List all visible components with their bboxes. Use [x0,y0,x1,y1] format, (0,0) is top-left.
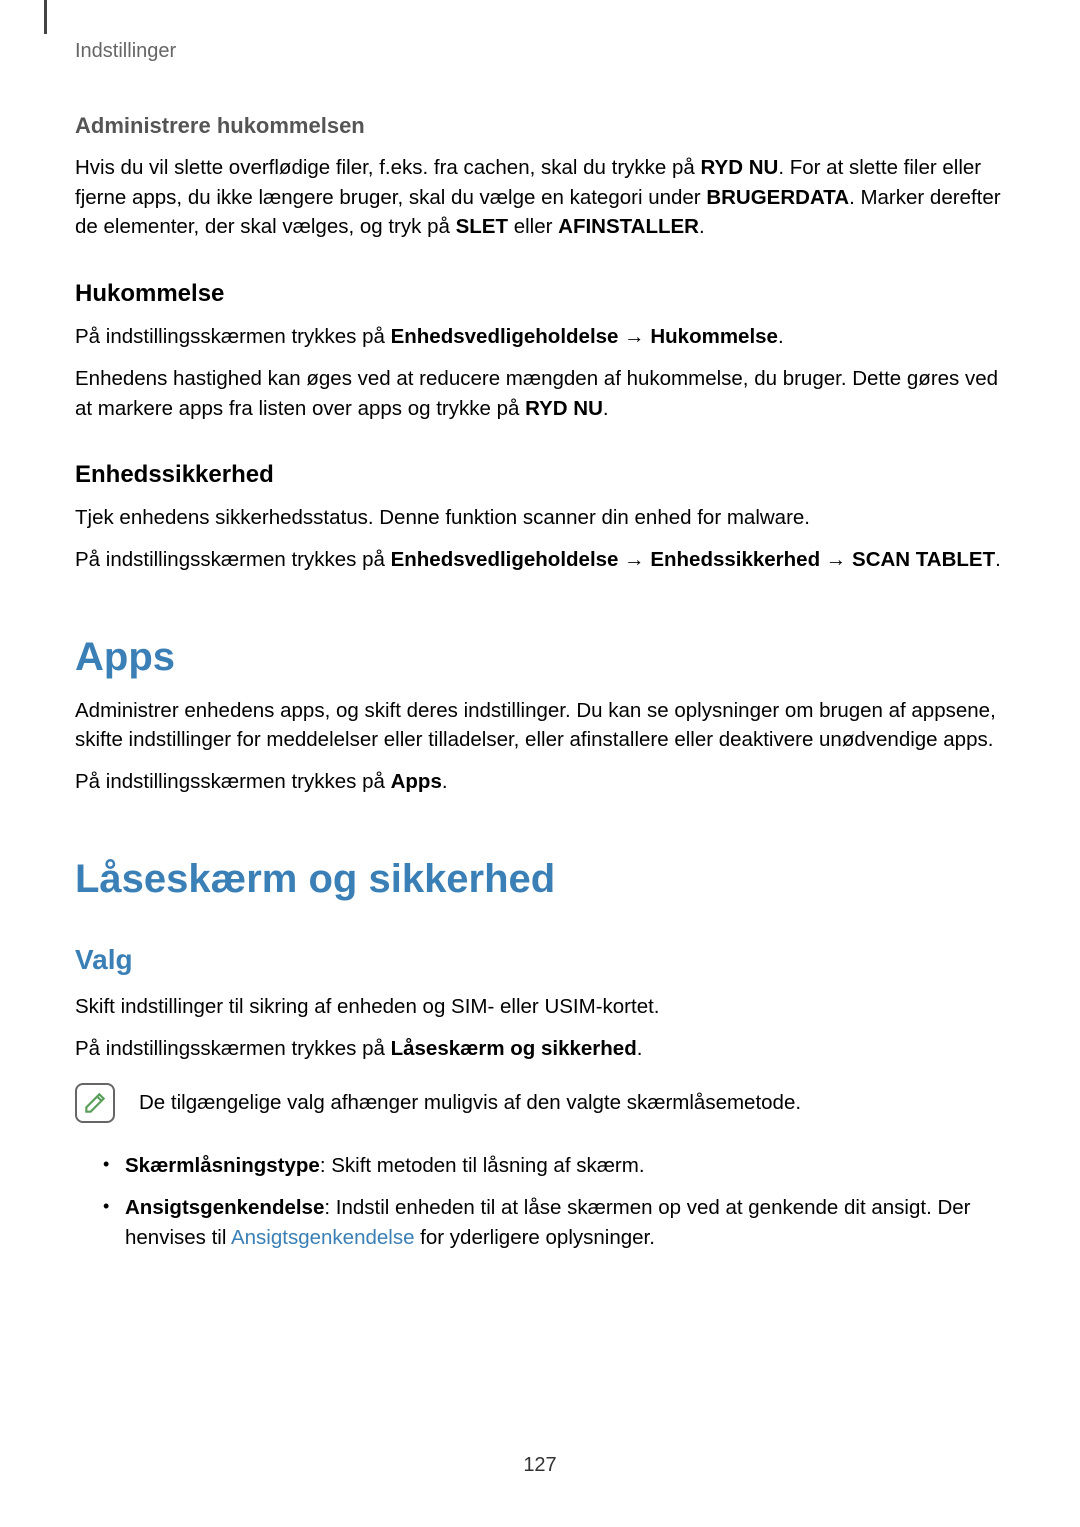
bold: Enhedsvedligeholdelse [391,548,619,571]
text: for yderligere oplysninger. [414,1226,654,1249]
para-apps-1: Administrer enhedens apps, og skift dere… [75,696,1005,755]
para-hukommelse-1: På indstillingsskærmen trykkes på Enheds… [75,322,1005,352]
text: På indstillingsskærmen trykkes på [75,1037,391,1060]
text: . [637,1037,643,1060]
running-header: Indstillinger [75,40,1005,63]
page-content: Indstillinger Administrere hukommelsen H… [0,0,1080,1253]
text: eller [508,215,558,238]
bold: SCAN TABLET [852,548,995,571]
para-valg-1: Skift indstillinger til sikring af enhed… [75,992,1005,1022]
bold-slet: SLET [456,215,508,238]
para-valg-2: På indstillingsskærmen trykkes på Låsesk… [75,1034,1005,1064]
text: Hvis du vil slette overflødige filer, f.… [75,156,701,179]
note-icon [75,1083,115,1123]
bold-ryd-nu: RYD NU [701,156,779,179]
page-number: 127 [0,1454,1080,1477]
note-text: De tilgængelige valg afhænger muligvis a… [139,1088,801,1118]
arrow: → [820,548,852,571]
heading-hukommelse: Hukommelse [75,280,1005,308]
bold: Apps [391,770,442,793]
para-administrere: Hvis du vil slette overflødige filer, f.… [75,153,1005,242]
link-ansigtsgenkendelse[interactable]: Ansigtsgenkendelse [231,1226,415,1249]
para-enhedssikkerhed-2: På indstillingsskærmen trykkes på Enheds… [75,545,1005,575]
note-block: De tilgængelige valg afhænger muligvis a… [75,1083,1005,1123]
text: På indstillingsskærmen trykkes på [75,770,391,793]
arrow: → [618,548,650,571]
heading-laseskarm: Låseskærm og sikkerhed [75,857,1005,902]
para-hukommelse-2: Enhedens hastighed kan øges ved at reduc… [75,364,1005,423]
bold: Skærmlåsningstype [125,1154,320,1177]
para-enhedssikkerhed-1: Tjek enhedens sikkerhedsstatus. Denne fu… [75,503,1005,533]
arrow: → [618,325,650,348]
bold-brugerdata: BRUGERDATA [706,186,849,209]
text: . [699,215,705,238]
bold-afinstaller: AFINSTALLER [558,215,699,238]
bold-ryd-nu: RYD NU [525,397,603,420]
list-item: Ansigtsgenkendelse: Indstil enheden til … [103,1193,1005,1252]
bold: Enhedssikkerhed [650,548,820,571]
text: På indstillingsskærmen trykkes på [75,548,391,571]
bold: Låseskærm og sikkerhed [391,1037,637,1060]
bold: Enhedsvedligeholdelse [391,325,619,348]
text: : Skift metoden til låsning af skærm. [320,1154,645,1177]
bullet-list: Skærmlåsningstype: Skift metoden til lås… [75,1151,1005,1252]
para-apps-2: På indstillingsskærmen trykkes på Apps. [75,767,1005,797]
text: . [778,325,784,348]
heading-administrere: Administrere hukommelsen [75,113,1005,139]
subheading-valg: Valg [75,944,1005,976]
bold: Ansigtsgenkendelse [125,1196,324,1219]
text: På indstillingsskærmen trykkes på [75,325,391,348]
list-item: Skærmlåsningstype: Skift metoden til lås… [103,1151,1005,1181]
heading-enhedssikkerhed: Enhedssikkerhed [75,461,1005,489]
text: . [603,397,609,420]
text: . [995,548,1001,571]
bold: Hukommelse [650,325,778,348]
heading-apps: Apps [75,635,1005,680]
header-marker [44,0,47,34]
text: . [442,770,448,793]
